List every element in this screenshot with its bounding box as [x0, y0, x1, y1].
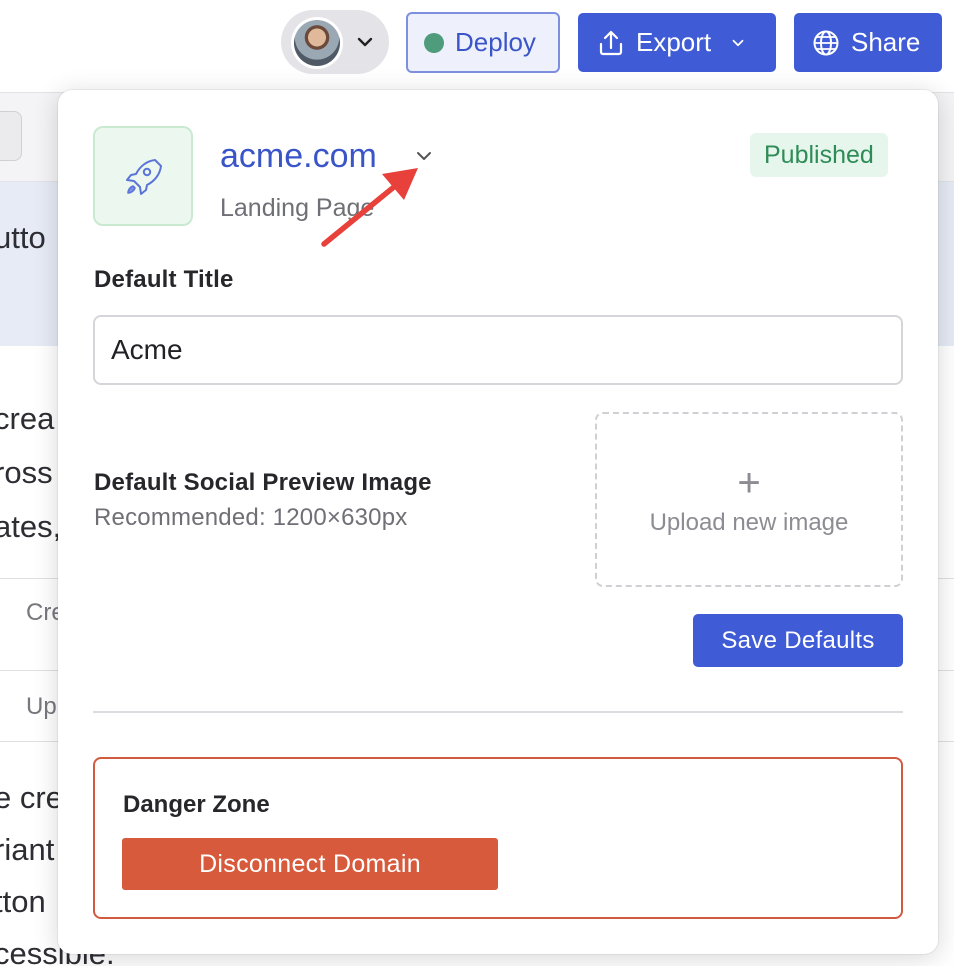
body-text-line: tton: [0, 884, 46, 919]
chevron-down-icon: [357, 37, 373, 47]
default-title-input[interactable]: [93, 315, 903, 385]
share-label: Share: [851, 27, 921, 57]
account-menu-button[interactable]: [281, 10, 389, 74]
toolbar-button[interactable]: [0, 111, 22, 161]
social-image-hint: Recommended: 1200×630px: [94, 504, 408, 531]
export-button[interactable]: Export: [578, 13, 776, 72]
body-text-line: utto: [0, 220, 46, 255]
plus-icon: +: [737, 460, 761, 505]
upload-label: Upload new image: [649, 508, 849, 536]
rocket-icon: [126, 159, 162, 195]
save-defaults-button[interactable]: Save Defaults: [693, 614, 903, 667]
upload-icon: [599, 30, 623, 55]
social-image-label: Default Social Preview Image: [94, 469, 432, 496]
disconnect-domain-button[interactable]: Disconnect Domain: [122, 838, 498, 890]
status-badge: Published: [750, 133, 888, 177]
deploy-button[interactable]: Deploy: [406, 12, 560, 73]
chevron-down-icon: [732, 39, 744, 46]
body-text-line: e cre: [0, 780, 63, 815]
body-text-line: crea: [0, 401, 55, 436]
body-text-line: ates,: [0, 509, 62, 544]
deploy-label: Deploy: [455, 27, 536, 57]
default-title-label: Default Title: [94, 266, 234, 293]
site-thumbnail: [93, 126, 193, 226]
danger-zone-title: Danger Zone: [123, 791, 270, 818]
domain-settings-popover: acme.com Landing Page Published Default …: [58, 90, 938, 954]
share-button[interactable]: Share: [794, 13, 942, 72]
body-text-line: ross: [0, 455, 53, 490]
body-text-line: riant: [0, 832, 55, 867]
table-cell: Up: [26, 693, 57, 720]
export-label: Export: [636, 27, 712, 57]
upload-image-dropzone[interactable]: + Upload new image: [595, 412, 903, 587]
status-dot-icon: [424, 32, 444, 53]
globe-icon: [813, 30, 839, 55]
avatar: [291, 17, 343, 69]
red-arrow-icon: [321, 168, 418, 247]
divider: [93, 711, 903, 713]
danger-zone: Danger Zone Disconnect Domain: [93, 757, 903, 919]
